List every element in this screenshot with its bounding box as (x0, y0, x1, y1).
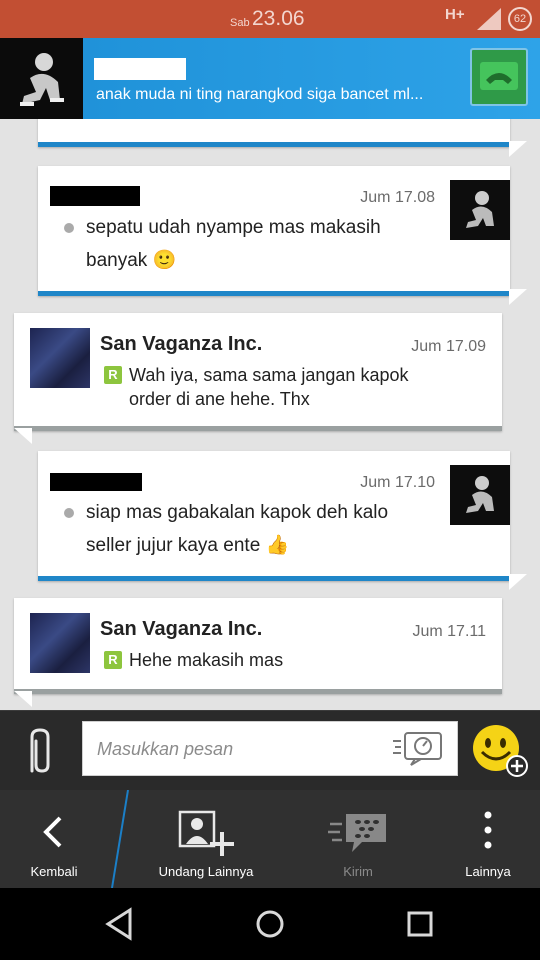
chevron-left-icon (43, 816, 62, 848)
status-bar: Sab 23.06 H+ 62 (0, 0, 540, 38)
system-navigation-bar (0, 888, 540, 960)
sender-name-redacted (50, 186, 140, 206)
invite-more-button[interactable]: Undang Lainnya (140, 790, 272, 888)
contact-status-message: anak muda ni ting narangkod siga bancet … (96, 86, 424, 103)
compose-bar: Masukkan pesan (0, 710, 540, 790)
read-status-badge: R (104, 366, 122, 384)
bbm-send-icon (328, 814, 386, 852)
message-timestamp: Jum 17.09 (411, 338, 486, 355)
bubble-tail (14, 428, 32, 444)
phone-icon (480, 62, 518, 90)
message-text: siap mas gabakalan kapok deh kalo (86, 502, 389, 523)
send-button[interactable]: Kirim (300, 790, 416, 888)
bubble-tail (14, 691, 32, 707)
message-text: banyak 🙂 (86, 250, 177, 271)
overflow-menu-icon (484, 811, 492, 849)
contact-avatar[interactable] (0, 38, 83, 119)
action-toolbar: Kembali Undang Lainnya Kirim Lainnya (0, 790, 540, 888)
message-timestamp: Jum 17.11 (412, 623, 486, 640)
message-bubble-incoming[interactable]: San Vaganza Inc. Jum 17.11 R Hehe makasi… (14, 598, 502, 694)
message-timestamp: Jum 17.08 (360, 189, 435, 206)
message-status-dot (64, 223, 74, 233)
message-input-placeholder: Masukkan pesan (97, 739, 234, 759)
own-avatar (450, 465, 510, 525)
attach-paperclip-icon[interactable] (22, 727, 58, 782)
invite-more-label: Undang Lainnya (158, 864, 254, 879)
sender-name: San Vaganza Inc. (100, 333, 263, 355)
voice-call-button[interactable] (470, 48, 528, 106)
message-bubble-partial (38, 119, 510, 147)
battery-icon: 62 (508, 7, 532, 31)
sender-name: San Vaganza Inc. (100, 618, 263, 640)
chat-header: anak muda ni ting narangkod siga bancet … (0, 38, 540, 119)
toolbar-divider (111, 790, 129, 888)
send-label: Kirim (343, 864, 373, 879)
network-type: H+ (445, 6, 465, 23)
message-text: Hehe makasih mas (129, 650, 284, 670)
message-text: sepatu udah nyampe mas makasih (86, 217, 381, 238)
add-contact-icon (178, 810, 234, 856)
message-input[interactable]: Masukkan pesan (82, 721, 458, 776)
message-bubble-outgoing[interactable]: Jum 17.10 siap mas gabakalan kapok deh k… (38, 451, 510, 581)
message-text: seller jujur kaya ente 👍 (86, 535, 290, 556)
more-options-button[interactable]: Lainnya (440, 790, 536, 888)
message-bubble-incoming[interactable]: San Vaganza Inc. Jum 17.09 R Wah iya, sa… (14, 313, 502, 431)
status-time: 23.06 (252, 7, 305, 30)
nav-back-icon[interactable] (100, 904, 140, 944)
message-text: Wah iya, sama sama jangan kapok (129, 365, 409, 385)
message-bubble-outgoing[interactable]: Jum 17.08 sepatu udah nyampe mas makasih… (38, 166, 510, 296)
contact-avatar-small (30, 328, 90, 388)
chat-conversation[interactable]: Jum 17.08 sepatu udah nyampe mas makasih… (0, 119, 540, 710)
read-status-badge: R (104, 651, 122, 669)
back-label: Kembali (30, 864, 78, 879)
bubble-tail (509, 574, 527, 590)
more-options-label: Lainnya (465, 864, 511, 879)
message-status-dot (64, 508, 74, 518)
signal-icon (477, 8, 501, 35)
sender-name-redacted (50, 473, 142, 491)
timed-message-icon[interactable] (391, 731, 445, 772)
bubble-tail (509, 141, 527, 157)
status-day: Sab (230, 17, 250, 29)
bubble-tail (509, 289, 527, 305)
message-timestamp: Jum 17.10 (360, 474, 435, 491)
own-avatar (450, 180, 510, 240)
contact-name-redacted (94, 58, 186, 80)
message-text: order di ane hehe. Thx (129, 389, 310, 409)
nav-recents-icon[interactable] (400, 904, 440, 944)
nav-home-icon[interactable] (250, 904, 290, 944)
back-button[interactable]: Kembali (0, 790, 108, 888)
emoticon-picker-icon[interactable] (472, 724, 530, 787)
contact-avatar-small (30, 613, 90, 673)
